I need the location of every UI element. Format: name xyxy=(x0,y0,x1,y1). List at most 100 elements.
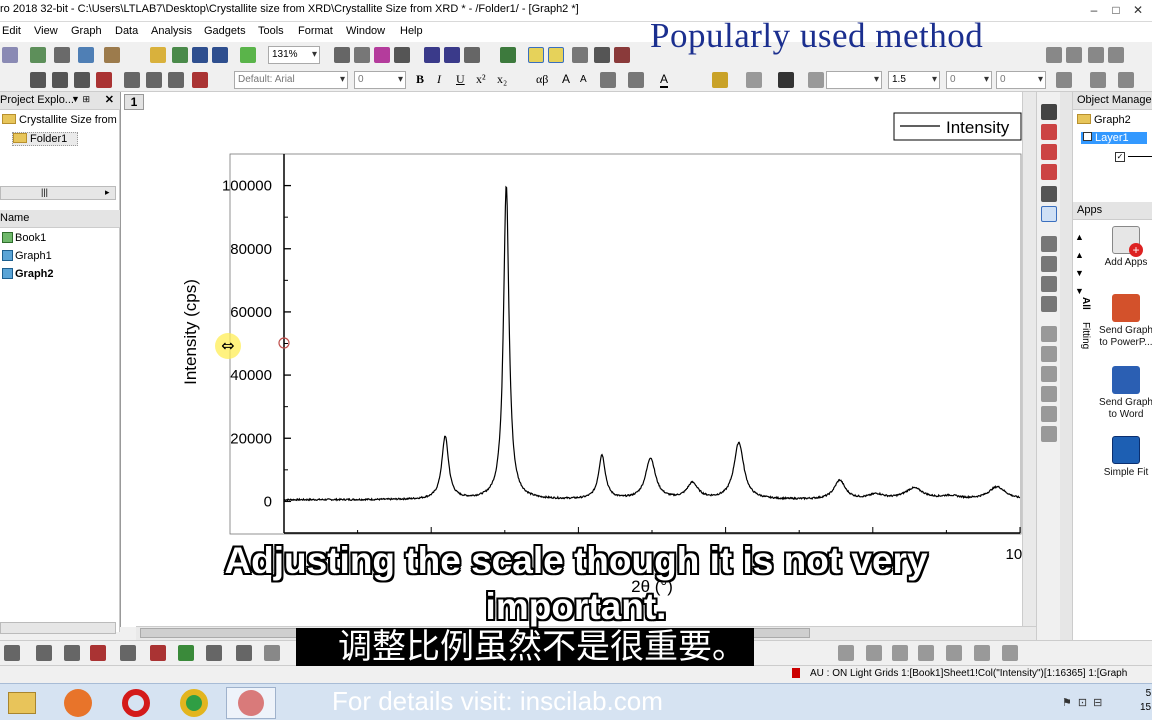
app-simple-fit[interactable]: Simple Fit xyxy=(1095,436,1152,479)
plot-stack-icon[interactable] xyxy=(168,72,184,88)
list-item-book1[interactable]: Book1 xyxy=(2,232,46,244)
line-style-select[interactable] xyxy=(826,71,882,89)
bold-button[interactable]: B xyxy=(416,72,424,87)
new-workbook-icon[interactable] xyxy=(30,47,46,63)
menu-analysis[interactable]: Analysis xyxy=(151,25,192,37)
data-reader-icon[interactable] xyxy=(1041,206,1057,222)
apps-tab-all[interactable]: All xyxy=(1077,297,1091,323)
list-item-graph1[interactable]: Graph1 xyxy=(2,250,52,262)
firefox-button[interactable] xyxy=(58,687,98,719)
align-left-icon[interactable] xyxy=(600,72,616,88)
plot-area-icon[interactable] xyxy=(178,645,194,661)
pointer-icon[interactable] xyxy=(1041,104,1057,120)
plot-hist-icon[interactable] xyxy=(120,645,136,661)
menu-edit[interactable]: Edit xyxy=(2,25,21,37)
refresh-icon[interactable] xyxy=(394,47,410,63)
rescale-icon[interactable] xyxy=(444,47,460,63)
plot-misc-icon[interactable] xyxy=(264,645,280,661)
zoom-in-icon[interactable] xyxy=(528,47,544,63)
gadget-3-icon[interactable] xyxy=(892,645,908,661)
plot-line-2-icon[interactable] xyxy=(4,645,20,661)
menu-window[interactable]: Window xyxy=(346,25,385,37)
symbol-size-select[interactable]: 0 xyxy=(946,71,992,89)
app-send-word[interactable]: Send Graph to Word xyxy=(1095,366,1152,421)
plot-scatter-icon[interactable] xyxy=(52,72,68,88)
menu-graph[interactable]: Graph xyxy=(71,25,102,37)
maximize-button[interactable]: □ xyxy=(1106,2,1126,18)
copy-page-icon[interactable] xyxy=(354,47,370,63)
gadget-4-icon[interactable] xyxy=(918,645,934,661)
nav-first-icon[interactable] xyxy=(1046,47,1062,63)
results-log-icon[interactable] xyxy=(614,47,630,63)
greek-button[interactable]: αβ xyxy=(536,72,548,87)
gadget-2-icon[interactable] xyxy=(866,645,882,661)
code-builder-icon[interactable] xyxy=(594,47,610,63)
tray-icons[interactable]: ⚑⊡⊟ xyxy=(1062,696,1108,709)
font-grow-button[interactable]: A xyxy=(562,72,570,86)
font-size-select[interactable]: 0 xyxy=(354,71,406,89)
new-matrix-icon[interactable] xyxy=(78,47,94,63)
freehand-tool-icon[interactable] xyxy=(1041,426,1057,442)
gadget-7-icon[interactable] xyxy=(1002,645,1018,661)
plot-template-icon[interactable] xyxy=(124,72,140,88)
apps-tab-fitting[interactable]: Fitting xyxy=(1077,322,1091,362)
layer-checkbox[interactable] xyxy=(1083,132,1092,141)
plot-polar-icon[interactable] xyxy=(206,645,222,661)
gadget-5-icon[interactable] xyxy=(946,645,962,661)
menu-tools[interactable]: Tools xyxy=(258,25,284,37)
text-tool-icon[interactable] xyxy=(1041,326,1057,342)
arrow-tool-icon[interactable] xyxy=(1041,346,1057,362)
object-tree-icon[interactable] xyxy=(500,47,516,63)
close-panel-icon[interactable]: ✕ xyxy=(105,93,114,106)
clock[interactable]: 5 15 xyxy=(1140,687,1151,715)
symbol-icon[interactable] xyxy=(808,72,824,88)
list-item-graph2[interactable]: Graph2 xyxy=(2,268,54,280)
zoom-select[interactable]: 131% xyxy=(268,46,320,64)
italic-button[interactable]: I xyxy=(437,72,441,87)
zoom-out-icon[interactable] xyxy=(548,47,564,63)
underline-button[interactable]: U xyxy=(456,72,465,87)
nav-next-icon[interactable] xyxy=(1088,47,1104,63)
name-header[interactable]: Name xyxy=(0,210,120,228)
plot-dot-icon[interactable] xyxy=(36,645,52,661)
menu-help[interactable]: Help xyxy=(400,25,423,37)
region-icon[interactable] xyxy=(1041,256,1057,272)
import-icon[interactable] xyxy=(240,47,256,63)
legend[interactable]: Intensity xyxy=(893,112,1022,141)
mask-icon[interactable] xyxy=(1041,276,1057,292)
plot-3d-icon[interactable] xyxy=(192,72,208,88)
pin-icon[interactable]: ▼ ⊞ xyxy=(71,94,90,105)
gadget-1-icon[interactable] xyxy=(838,645,854,661)
layer-grid-icon[interactable] xyxy=(1118,72,1134,88)
polygon-tool-icon[interactable] xyxy=(1041,406,1057,422)
align-center-icon[interactable] xyxy=(628,72,644,88)
new-function-icon[interactable] xyxy=(104,47,120,63)
tree-root[interactable]: Crystallite Size from xyxy=(2,114,117,126)
draw-data-icon[interactable] xyxy=(1041,296,1057,312)
apps-scroll-buttons[interactable]: ▲ ▲ ▼ ▼ xyxy=(1075,228,1084,300)
app-add-apps[interactable]: + Add Apps xyxy=(1095,226,1152,269)
menu-format[interactable]: Format xyxy=(298,25,333,37)
rect-tool-icon[interactable] xyxy=(1041,366,1057,382)
layout-icon[interactable] xyxy=(464,47,480,63)
chrome-button[interactable] xyxy=(174,687,214,719)
symbol-shape-select[interactable]: 0 xyxy=(996,71,1046,89)
pattern-icon[interactable] xyxy=(746,72,762,88)
new-graph-icon[interactable] xyxy=(54,47,70,63)
export-icon[interactable] xyxy=(374,47,390,63)
line-tool-icon[interactable] xyxy=(1041,386,1057,402)
file-explorer-button[interactable] xyxy=(2,687,42,719)
worksheet-icon[interactable] xyxy=(572,47,588,63)
app-send-ppt[interactable]: Send Graph to PowerP... xyxy=(1095,294,1152,349)
new-project-icon[interactable] xyxy=(2,47,18,63)
menu-data[interactable]: Data xyxy=(115,25,138,37)
line-color-icon[interactable] xyxy=(778,72,794,88)
nav-prev-icon[interactable] xyxy=(1066,47,1082,63)
font-shrink-button[interactable]: A xyxy=(580,74,587,85)
plot-box-icon[interactable] xyxy=(146,72,162,88)
scale-in-icon[interactable] xyxy=(1041,144,1057,160)
grid-icon[interactable] xyxy=(1056,72,1072,88)
plot-column-icon[interactable] xyxy=(96,72,112,88)
save-template-icon[interactable] xyxy=(212,47,228,63)
plot-line-icon[interactable] xyxy=(30,72,46,88)
